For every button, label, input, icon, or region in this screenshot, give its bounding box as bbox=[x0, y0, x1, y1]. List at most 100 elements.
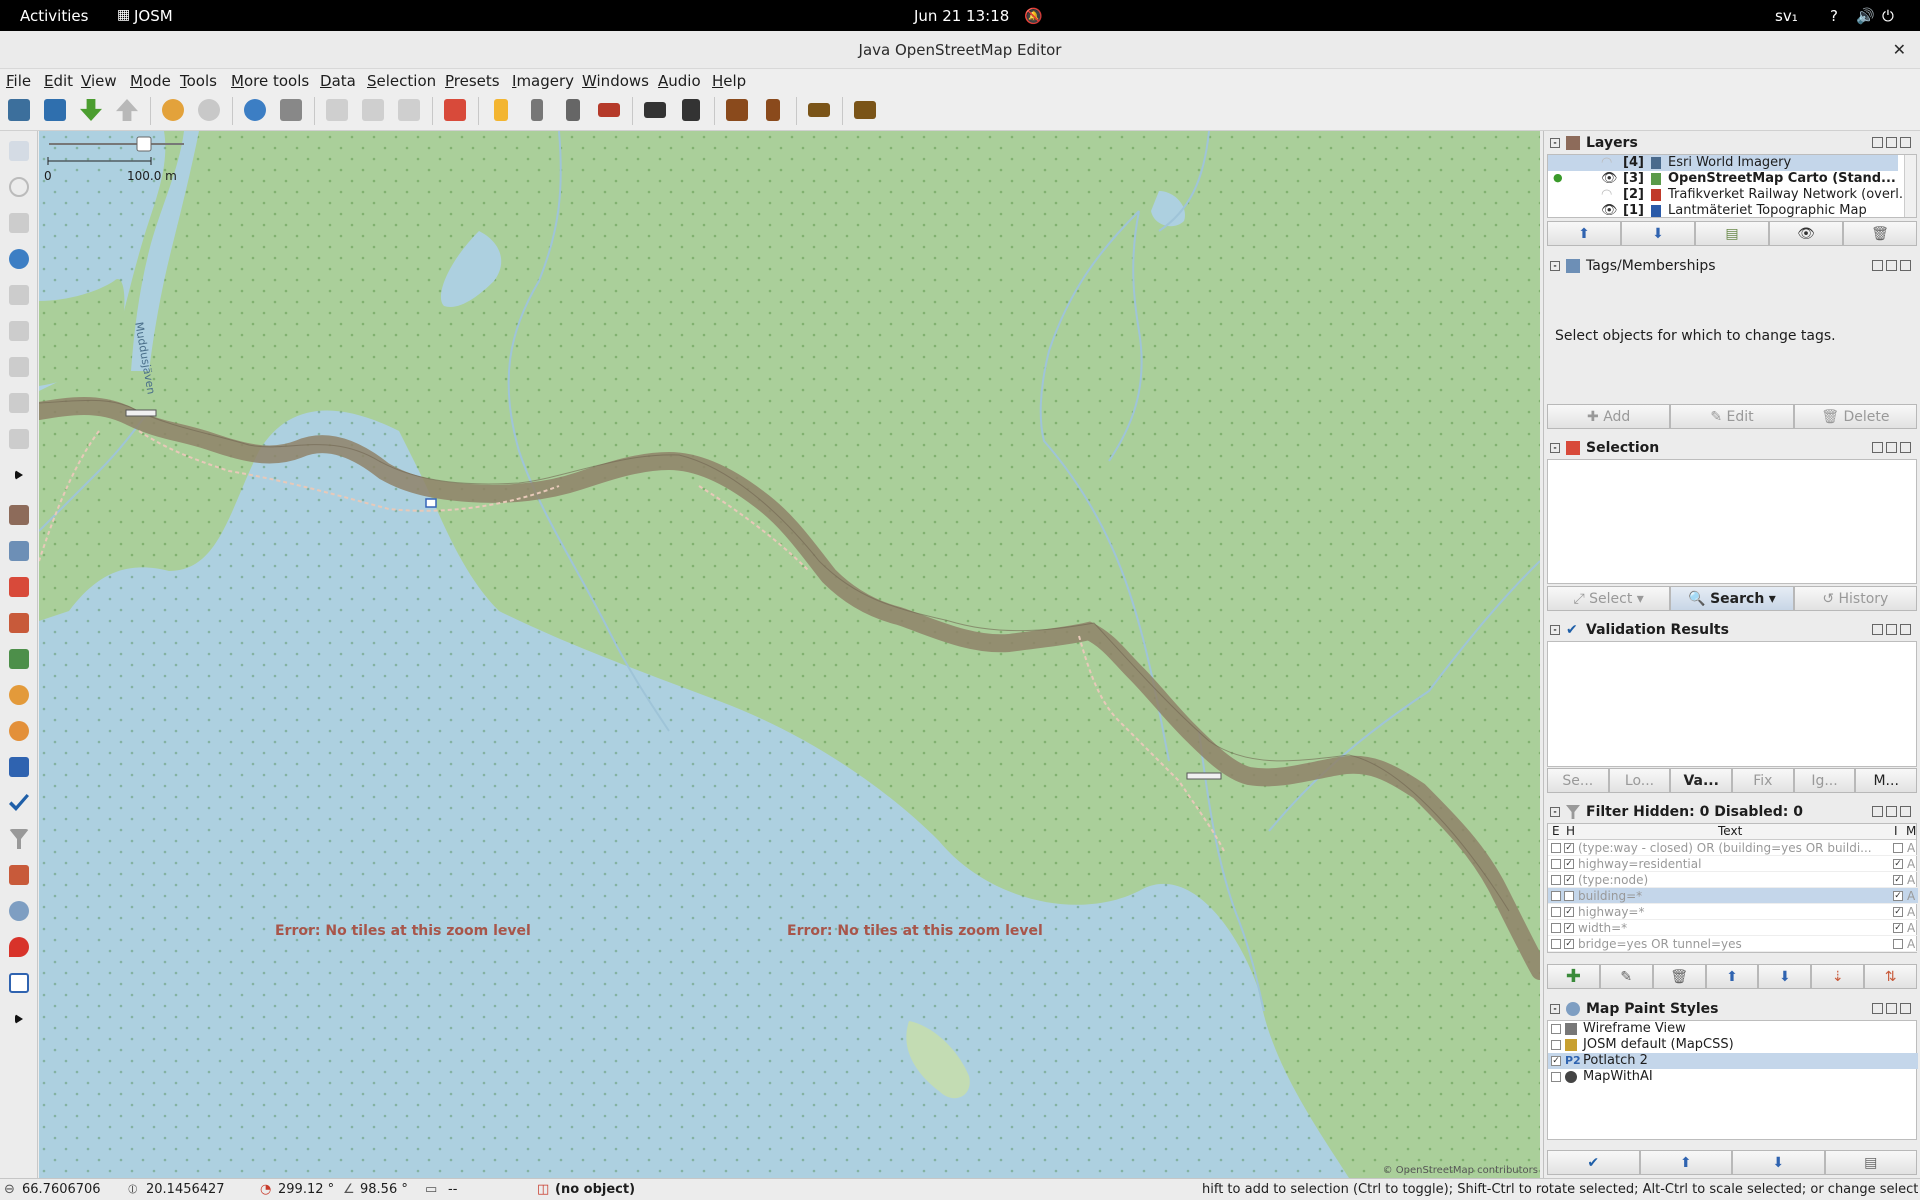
layers-header[interactable]: - Layers bbox=[1544, 133, 1920, 153]
tags-toggle-icon[interactable] bbox=[5, 537, 33, 565]
hide-checkbox[interactable]: ✓ bbox=[1564, 907, 1574, 917]
hide-checkbox[interactable]: ✓ bbox=[1564, 875, 1574, 885]
style-row-selected[interactable]: ✓ P2 Potlatch 2 bbox=[1548, 1053, 1918, 1069]
delete-mode-icon[interactable] bbox=[5, 281, 33, 309]
minimap-toggle-icon[interactable] bbox=[5, 969, 33, 997]
menu-file[interactable]: File bbox=[6, 72, 31, 90]
bus-preset-icon[interactable] bbox=[676, 95, 706, 125]
layer-row[interactable]: ◠ [2] Trafikverket Railway Network (over… bbox=[1548, 187, 1911, 203]
help-icon[interactable]: ? bbox=[1830, 7, 1838, 25]
activities-button[interactable]: Activities bbox=[20, 7, 88, 25]
split-icon[interactable] bbox=[394, 95, 424, 125]
history-toggle-icon[interactable] bbox=[5, 681, 33, 709]
inverted-checkbox[interactable] bbox=[1893, 939, 1903, 949]
layer-row[interactable]: 👁 [1] Lantmäteriet Topographic Map bbox=[1548, 203, 1898, 219]
hide-checkbox[interactable]: ✓ bbox=[1564, 859, 1574, 869]
map-canvas[interactable] bbox=[39, 131, 1540, 1178]
panel-controls[interactable] bbox=[1869, 442, 1913, 454]
expand-panels-arrow-icon[interactable] bbox=[5, 1005, 33, 1033]
filter-row-selected[interactable]: building=* ✓ A bbox=[1548, 888, 1918, 904]
col-i[interactable]: I bbox=[1894, 824, 1898, 838]
redo-icon[interactable] bbox=[194, 95, 224, 125]
style-row[interactable]: MapWithAI bbox=[1548, 1069, 1918, 1085]
mappaint-header[interactable]: - Map Paint Styles bbox=[1544, 999, 1920, 1019]
map-view[interactable]: Error: No tiles at this zoom level Error… bbox=[39, 131, 1540, 1178]
mappaint-list[interactable]: Wireframe View JOSM default (MapCSS) ✓ P2… bbox=[1547, 1020, 1918, 1140]
history-button[interactable]: ↺ History bbox=[1793, 586, 1917, 611]
distribute-icon[interactable] bbox=[358, 95, 388, 125]
filter-row[interactable]: ✓ highway=* ✓ A bbox=[1548, 904, 1918, 920]
validation-toggle-icon[interactable] bbox=[5, 789, 33, 817]
selection-list[interactable] bbox=[1547, 459, 1917, 584]
filter-toggle-icon[interactable] bbox=[5, 825, 33, 853]
add-tag-button[interactable]: ✚ Add bbox=[1547, 404, 1671, 429]
col-text[interactable]: Text bbox=[1718, 824, 1742, 838]
layers-toggle-icon[interactable] bbox=[5, 501, 33, 529]
enable-checkbox[interactable] bbox=[1551, 923, 1561, 933]
menu-imagery[interactable]: Imagery bbox=[512, 72, 574, 90]
castle-preset-icon[interactable] bbox=[804, 95, 834, 125]
edit-filter-button[interactable]: ✎ bbox=[1599, 964, 1653, 989]
fix-button[interactable]: Fix bbox=[1732, 768, 1794, 793]
menu-tools[interactable]: Tools bbox=[180, 72, 217, 90]
save-icon[interactable] bbox=[40, 95, 70, 125]
crossing-preset-icon[interactable] bbox=[558, 95, 588, 125]
parallel-mode-icon[interactable] bbox=[5, 317, 33, 345]
barrier-preset-icon[interactable] bbox=[594, 95, 624, 125]
app-menu-button[interactable]: JOSM bbox=[134, 7, 173, 25]
enable-checkbox[interactable] bbox=[1551, 875, 1561, 885]
align-icon[interactable] bbox=[322, 95, 352, 125]
activate-style-button[interactable]: ✔ bbox=[1547, 1150, 1640, 1175]
validate-button[interactable]: Va... bbox=[1670, 768, 1733, 793]
map-toggle-icon[interactable] bbox=[5, 645, 33, 673]
delete-filter-button[interactable]: 🗑 bbox=[1652, 964, 1706, 989]
col-e[interactable]: E bbox=[1552, 824, 1560, 838]
filter-row[interactable]: ✓ bridge=yes OR tunnel=yes A bbox=[1548, 936, 1918, 952]
col-h[interactable]: H bbox=[1566, 824, 1575, 838]
keyboard-layout[interactable]: sv₁ bbox=[1775, 7, 1798, 25]
filter-row[interactable]: ✓ (type:node) ✓ A bbox=[1548, 872, 1918, 888]
close-icon[interactable]: ✕ bbox=[1893, 31, 1906, 69]
menu-data[interactable]: Data bbox=[320, 72, 356, 90]
enable-checkbox[interactable] bbox=[1551, 891, 1561, 901]
move-up-button[interactable]: ⬆ bbox=[1547, 221, 1621, 246]
style-checkbox[interactable]: ✓ bbox=[1551, 1056, 1561, 1066]
collapse-icon[interactable]: - bbox=[1550, 625, 1560, 635]
filter-row[interactable]: ✓ width=* ✓ A bbox=[1548, 920, 1918, 936]
layers-list[interactable]: ◠ [4] Esri World Imagery ● 👁 [3] OpenStr… bbox=[1547, 154, 1917, 218]
zoom-icon[interactable] bbox=[240, 95, 270, 125]
visibility-hidden-icon[interactable]: ◠ bbox=[1601, 187, 1612, 202]
inverted-checkbox[interactable]: ✓ bbox=[1893, 923, 1903, 933]
inverted-checkbox[interactable]: ✓ bbox=[1893, 859, 1903, 869]
style-checkbox[interactable] bbox=[1551, 1072, 1561, 1082]
menu-view[interactable]: View bbox=[81, 72, 117, 90]
validation-select-button[interactable]: Se... bbox=[1547, 768, 1609, 793]
menu-presets[interactable]: Presets bbox=[445, 72, 500, 90]
mappaint-toggle-icon[interactable] bbox=[5, 897, 33, 925]
draw-mode-icon[interactable] bbox=[5, 209, 33, 237]
show-hide-button[interactable]: 👁 bbox=[1769, 221, 1843, 246]
industry-preset-icon[interactable] bbox=[850, 95, 880, 125]
menu-selection[interactable]: Selection bbox=[367, 72, 436, 90]
filter-up-button[interactable]: ⬆ bbox=[1705, 964, 1759, 989]
volume-icon[interactable]: 🔊 bbox=[1856, 7, 1875, 25]
hide-checkbox[interactable] bbox=[1564, 891, 1574, 901]
delete-layer-button[interactable]: 🗑 bbox=[1843, 221, 1917, 246]
filter-row[interactable]: ✓ highway=residential ✓ A bbox=[1548, 856, 1918, 872]
extrude-mode-icon[interactable] bbox=[5, 353, 33, 381]
menu-more-tools[interactable]: More tools bbox=[231, 72, 309, 90]
expand-arrow-icon[interactable] bbox=[5, 461, 33, 489]
reverse-icon[interactable] bbox=[440, 95, 470, 125]
upload-icon[interactable] bbox=[112, 95, 142, 125]
col-m[interactable]: M bbox=[1906, 824, 1916, 838]
power-icon[interactable]: ⏻ bbox=[1882, 7, 1894, 25]
panel-controls[interactable] bbox=[1869, 1003, 1913, 1015]
changeset-toggle-icon[interactable] bbox=[5, 861, 33, 889]
edit-tag-button[interactable]: ✎ Edit bbox=[1670, 404, 1794, 429]
move-down-button[interactable]: ⬇ bbox=[1621, 221, 1695, 246]
enable-checkbox[interactable] bbox=[1551, 859, 1561, 869]
add-filter-button[interactable]: ✚ bbox=[1547, 964, 1600, 989]
merge-button[interactable]: ▤ bbox=[1695, 221, 1769, 246]
panel-controls[interactable] bbox=[1869, 806, 1913, 818]
inverted-checkbox[interactable] bbox=[1893, 843, 1903, 853]
